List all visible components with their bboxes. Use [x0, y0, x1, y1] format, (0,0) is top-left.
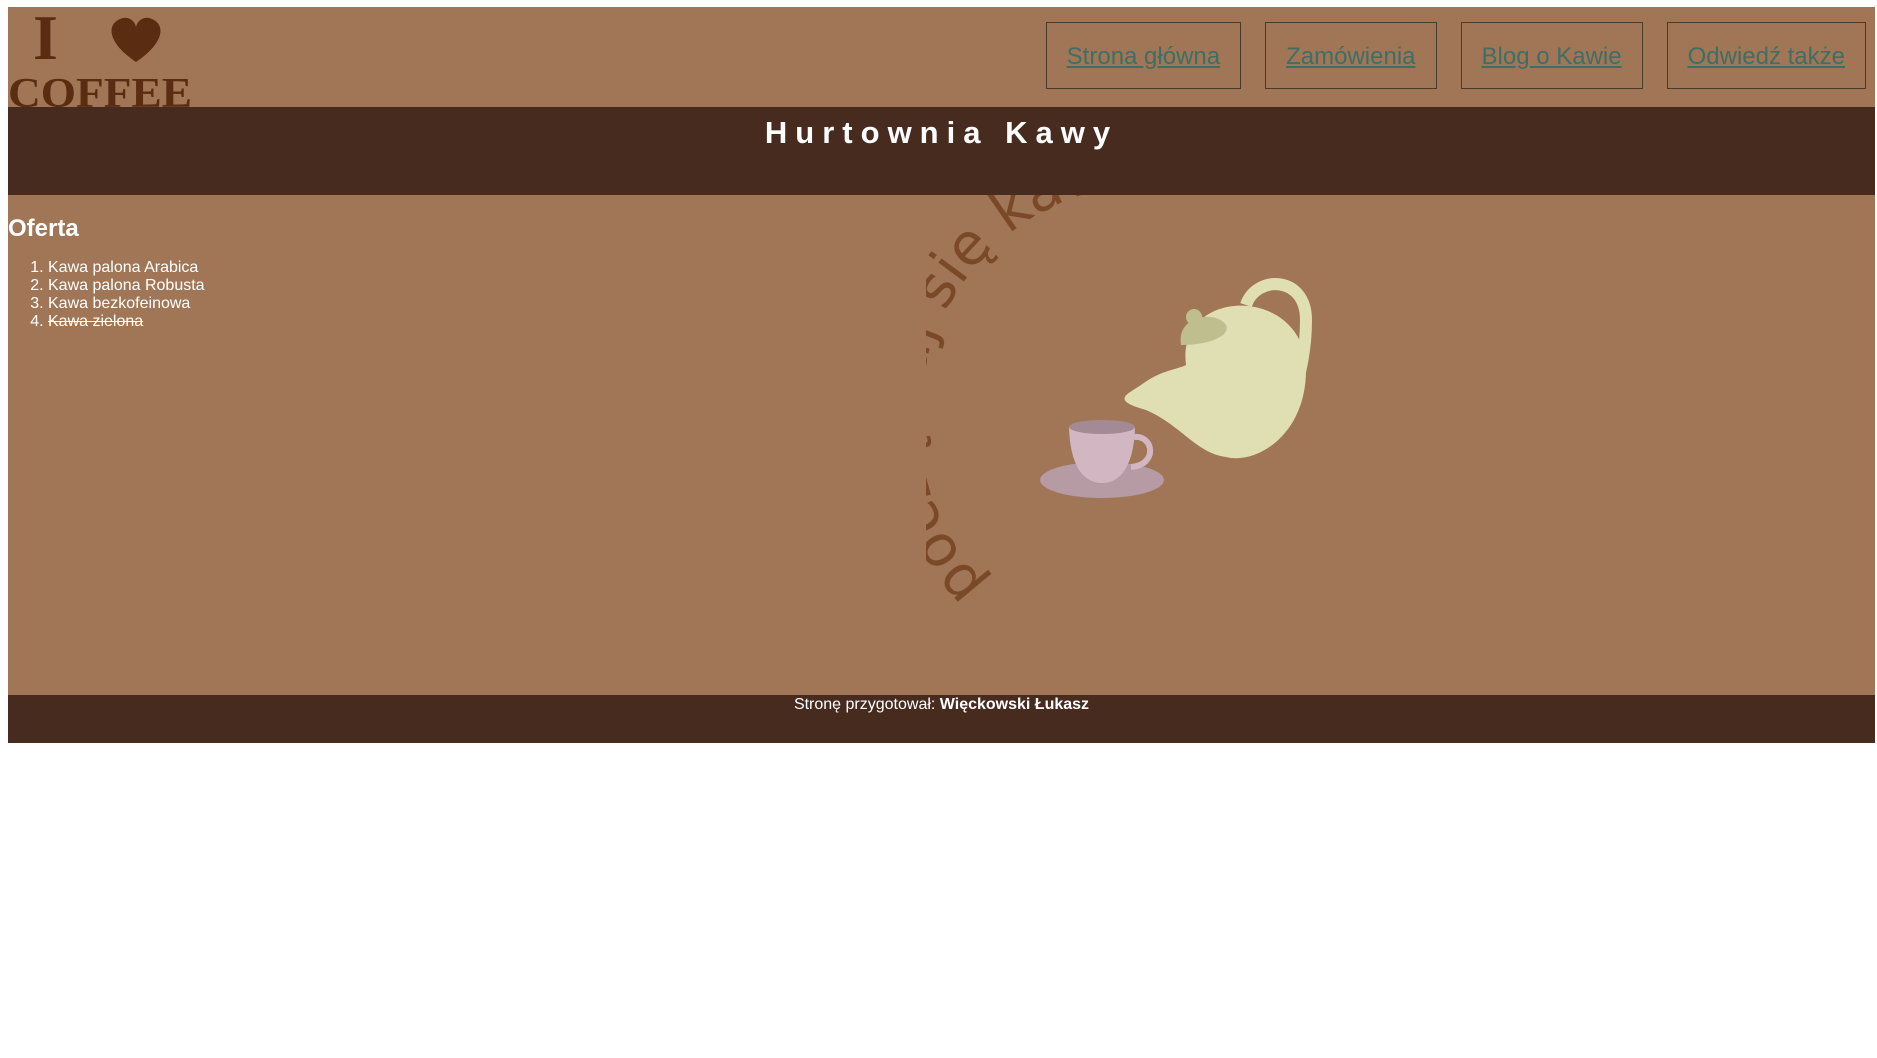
banner: Hurtownia Kawy	[8, 107, 1875, 195]
main-nav: Strona główna Zamówienia Blog o Kawie Od…	[1045, 22, 1866, 89]
nav-orders-link[interactable]: Zamówienia	[1265, 22, 1437, 89]
page-title: Hurtownia Kawy	[764, 115, 1119, 150]
cup-icon	[1040, 420, 1164, 498]
footer-prefix: Stronę przygotował:	[793, 696, 936, 713]
offer-heading: Oferta	[8, 215, 79, 242]
offer-item-struck: Kawa zielona	[48, 313, 205, 331]
nav-blog-link[interactable]: Blog o Kawie	[1460, 22, 1643, 89]
top-bar: I COFFEE Strona główna Zamówienia Blog o…	[8, 2, 1875, 117]
offer-item: Kawa palona Arabica	[48, 259, 205, 277]
offer-section: Oferta Kawa palona Arabica Kawa palona R…	[8, 215, 205, 331]
footer: Stronę przygotował: Więckowski Łukasz	[8, 695, 1875, 743]
heart-icon	[111, 17, 161, 62]
i-love-coffee-logo: I COFFEE	[8, 2, 192, 117]
footer-author: Więckowski Łukasz	[939, 696, 1090, 713]
main-content: Oferta Kawa palona Arabica Kawa palona R…	[8, 195, 1875, 695]
illustration-caption: poczęstuj się kawą	[926, 195, 1149, 615]
nav-home-link[interactable]: Strona główna	[1045, 22, 1242, 89]
svg-text:COFFEE: COFFEE	[8, 71, 192, 107]
teapot-icon	[1124, 278, 1313, 459]
logo: I COFFEE	[8, 2, 192, 117]
offer-item: Kawa palona Robusta	[48, 277, 205, 295]
coffee-illustration: poczęstuj się kawą	[926, 195, 1313, 615]
svg-text:I: I	[33, 7, 58, 73]
offer-list: Kawa palona Arabica Kawa palona Robusta …	[8, 259, 205, 331]
nav-visit-also-link[interactable]: Odwiedź także	[1666, 22, 1866, 89]
footer-credit: Stronę przygotował: Więckowski Łukasz	[794, 695, 1089, 715]
offer-item: Kawa bezkofeinowa	[48, 295, 205, 313]
page: I COFFEE Strona główna Zamówienia Blog o…	[8, 2, 1875, 743]
